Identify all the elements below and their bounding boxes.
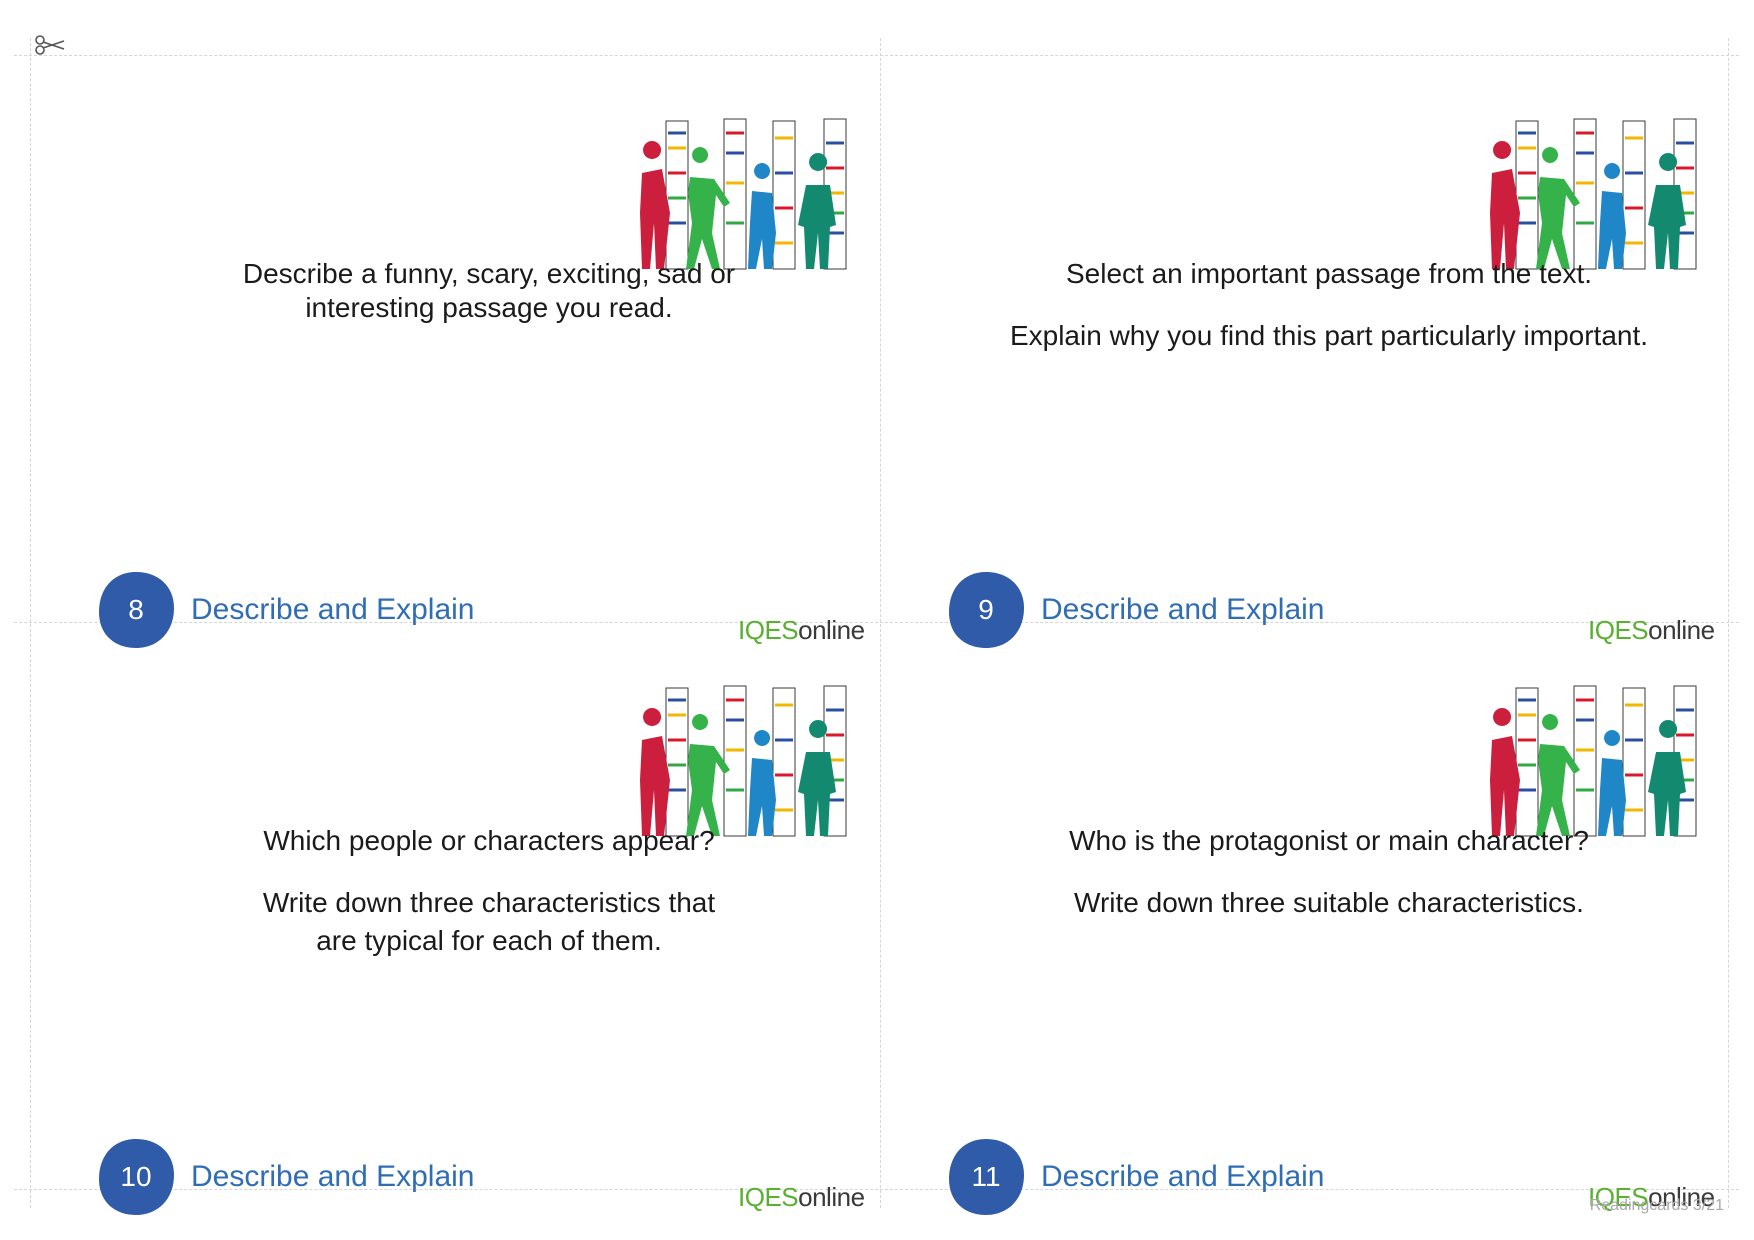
question-line: Write down three suitable characteristic… bbox=[1074, 887, 1584, 918]
question-line: Explain why you find this part particula… bbox=[1009, 320, 1649, 351]
page-footer: Readingcards 3/21 bbox=[1589, 1197, 1724, 1214]
people-book-stacks-illustration bbox=[1490, 118, 1697, 270]
card-category: Describe and Explain bbox=[1041, 1160, 1325, 1193]
question-line: Who is the protagonist or main character… bbox=[1069, 825, 1589, 856]
reading-card-9: Select an important passage from the tex… bbox=[880, 55, 1730, 648]
reading-card-8: Describe a funny, scary, exciting, sad o… bbox=[30, 55, 880, 648]
brand-part-iqes: IQES bbox=[738, 1182, 799, 1212]
card-number-badge: 10 bbox=[96, 1137, 176, 1217]
question-line: interesting passage you read. bbox=[305, 292, 673, 323]
scissors-icon bbox=[35, 35, 65, 55]
brand-logo: IQESonline bbox=[738, 1182, 865, 1212]
card-number: 11 bbox=[971, 1161, 1001, 1192]
reading-card-10: Which people or characters appear? Write… bbox=[30, 622, 880, 1215]
question-line: Select an important passage from the tex… bbox=[1065, 258, 1593, 289]
people-book-stacks-illustration bbox=[640, 685, 847, 837]
brand-part-online: online bbox=[798, 1182, 865, 1212]
card-number-badge: 11 bbox=[946, 1137, 1026, 1217]
people-book-stacks-illustration bbox=[1490, 685, 1697, 837]
reading-card-11: Who is the protagonist or main character… bbox=[880, 622, 1730, 1215]
question-line: Describe a funny, scary, exciting, sad o… bbox=[242, 258, 736, 289]
card-category: Describe and Explain bbox=[191, 1160, 475, 1193]
question-line: Write down three characteristics that bbox=[262, 887, 716, 918]
question-line: Which people or characters appear? bbox=[263, 825, 715, 856]
people-book-stacks-illustration bbox=[640, 118, 847, 270]
question-line: are typical for each of them. bbox=[316, 925, 662, 956]
card-number: 10 bbox=[120, 1161, 152, 1192]
